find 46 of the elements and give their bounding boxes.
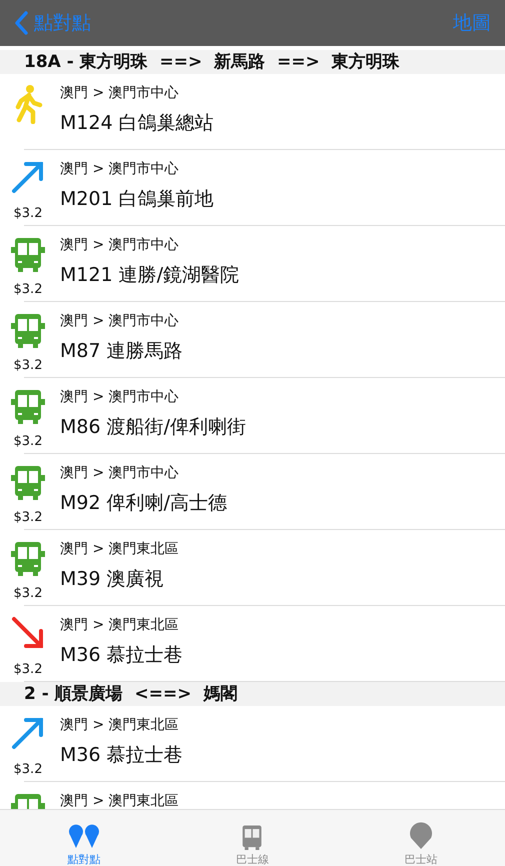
area-label: 澳門 > 澳門東北區 [60,616,180,634]
fare-label: $3.2 [14,510,42,525]
bus-icon [10,464,46,500]
area-label: 澳門 > 澳門東北區 [60,716,180,734]
stop-name: M36 慕拉士巷 [60,743,183,768]
two-pins-icon [69,824,100,850]
area-label: 澳門 > 澳門市中心 [60,84,180,102]
section-header: 18A - 東方明珠 ==> 新馬路 ==> 東方明珠 [0,50,505,74]
tab[interactable]: 巴士線 [168,810,337,866]
fare-label: $3.2 [14,282,42,297]
stop-name: M39 澳廣視 [60,567,165,592]
back-chevron-icon [14,11,28,35]
stop-name: M121 連勝/鏡湖醫院 [60,263,240,288]
area-label: 澳門 > 澳門市中心 [60,464,180,482]
area-label: 澳門 > 澳門市中心 [60,388,180,406]
area-label: 澳門 > 澳門市中心 [60,312,180,330]
stop-name: M87 連勝馬路 [60,339,183,364]
fare-label: $3.2 [14,358,42,373]
fare-label: $3.2 [14,762,42,777]
fare-label: $3.2 [14,586,42,601]
walking-person-icon [13,84,43,124]
bus-icon [10,388,46,424]
stop-name: M36 慕拉士巷 [60,643,183,668]
bus-icon [10,312,46,348]
area-label: 澳門 > 澳門東北區 [60,540,179,558]
area-label: 澳門 > 澳門市中心 [60,236,180,254]
tab[interactable]: 點對點 [0,810,168,866]
bus-icon [10,540,46,576]
bus-icon [10,236,46,272]
tab[interactable]: 巴士站 [336,810,505,866]
area-label: 澳門 > 澳門東北區 [60,792,179,809]
arrow-up-right-icon [11,716,45,750]
back-button[interactable]: 點對點 [14,10,91,36]
area-label: 澳門 > 澳門市中心 [60,160,180,178]
fare-label: $3.2 [14,662,42,677]
map-pin-icon [408,822,433,850]
stop-name: M124 白鴿巢總站 [60,111,214,136]
fare-label: $3.2 [14,434,42,449]
stop-name: M201 白鴿巢前地 [60,187,214,212]
arrow-down-right-icon [11,616,45,650]
map-button[interactable]: 地圖 [453,10,491,36]
stop-name: M92 俾利喇/高士德 [60,491,228,516]
fare-label: $3.2 [14,206,42,221]
stop-name: M86 渡船街/俾利喇街 [60,415,246,440]
arrow-up-right-icon [11,160,45,194]
section-header: 2 - 順景廣場 <==> 媽閣 [0,682,505,706]
